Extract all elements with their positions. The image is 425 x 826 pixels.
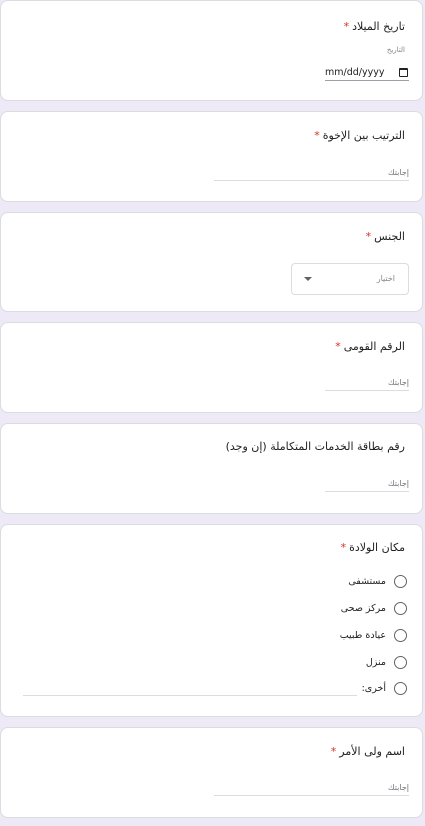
answer-input[interactable]: إجابتك <box>214 168 409 181</box>
required-asterisk: * <box>340 541 347 554</box>
question-title: الرقم القومى* <box>335 340 405 353</box>
other-text-input[interactable] <box>23 695 357 696</box>
required-asterisk: * <box>343 20 350 33</box>
radio-option-other[interactable] <box>394 682 407 695</box>
radio-option-1[interactable] <box>394 575 407 588</box>
question-card-gender: الجنس* اختيار <box>0 212 423 312</box>
option-label: مستشفى <box>348 576 386 587</box>
date-input[interactable]: mm/dd/yyyy <box>325 67 409 81</box>
radio-option-4[interactable] <box>394 656 407 669</box>
radio-option-3[interactable] <box>394 629 407 642</box>
gender-select[interactable]: اختيار <box>291 263 409 295</box>
option-label: مركز صحى <box>340 603 386 614</box>
option-label: منزل <box>365 657 386 668</box>
required-asterisk: * <box>335 340 341 353</box>
question-title: رقم بطاقة الخدمات المتكاملة (إن وجد) <box>225 440 405 453</box>
question-title: الجنس* <box>365 230 405 243</box>
other-label: أخرى: <box>361 683 386 694</box>
question-card-sibling-order: الترتيب بين الإخوة* إجابتك <box>0 111 423 202</box>
question-card-services-card: رقم بطاقة الخدمات المتكاملة (إن وجد) إجا… <box>0 423 423 514</box>
answer-input[interactable]: إجابتك <box>325 378 409 391</box>
question-title: مكان الولادة* <box>340 541 405 554</box>
question-title: اسم ولى الأمر* <box>330 745 405 758</box>
question-title: الترتيب بين الإخوة* <box>314 129 405 142</box>
option-label: عيادة طبيب <box>339 630 386 641</box>
question-card-birth-place: مكان الولادة* مستشفى مركز صحى عيادة طبيب… <box>0 524 423 717</box>
required-asterisk: * <box>314 129 320 142</box>
required-asterisk: * <box>365 230 372 243</box>
answer-input[interactable]: إجابتك <box>325 479 409 492</box>
date-hint: التاريخ <box>386 46 405 54</box>
select-placeholder: اختيار <box>376 274 395 283</box>
calendar-icon[interactable] <box>399 68 408 77</box>
radio-option-2[interactable] <box>394 602 407 615</box>
question-card-national-id: الرقم القومى* إجابتك <box>0 322 423 413</box>
dropdown-arrow-icon[interactable] <box>304 277 312 281</box>
required-asterisk: * <box>330 745 337 758</box>
question-card-birth-date: تاريخ الميلاد* التاريخ mm/dd/yyyy <box>0 0 423 101</box>
question-title: تاريخ الميلاد* <box>343 20 405 33</box>
question-card-guardian-name: اسم ولى الأمر* إجابتك <box>0 727 423 818</box>
answer-input[interactable]: إجابتك <box>214 783 409 796</box>
